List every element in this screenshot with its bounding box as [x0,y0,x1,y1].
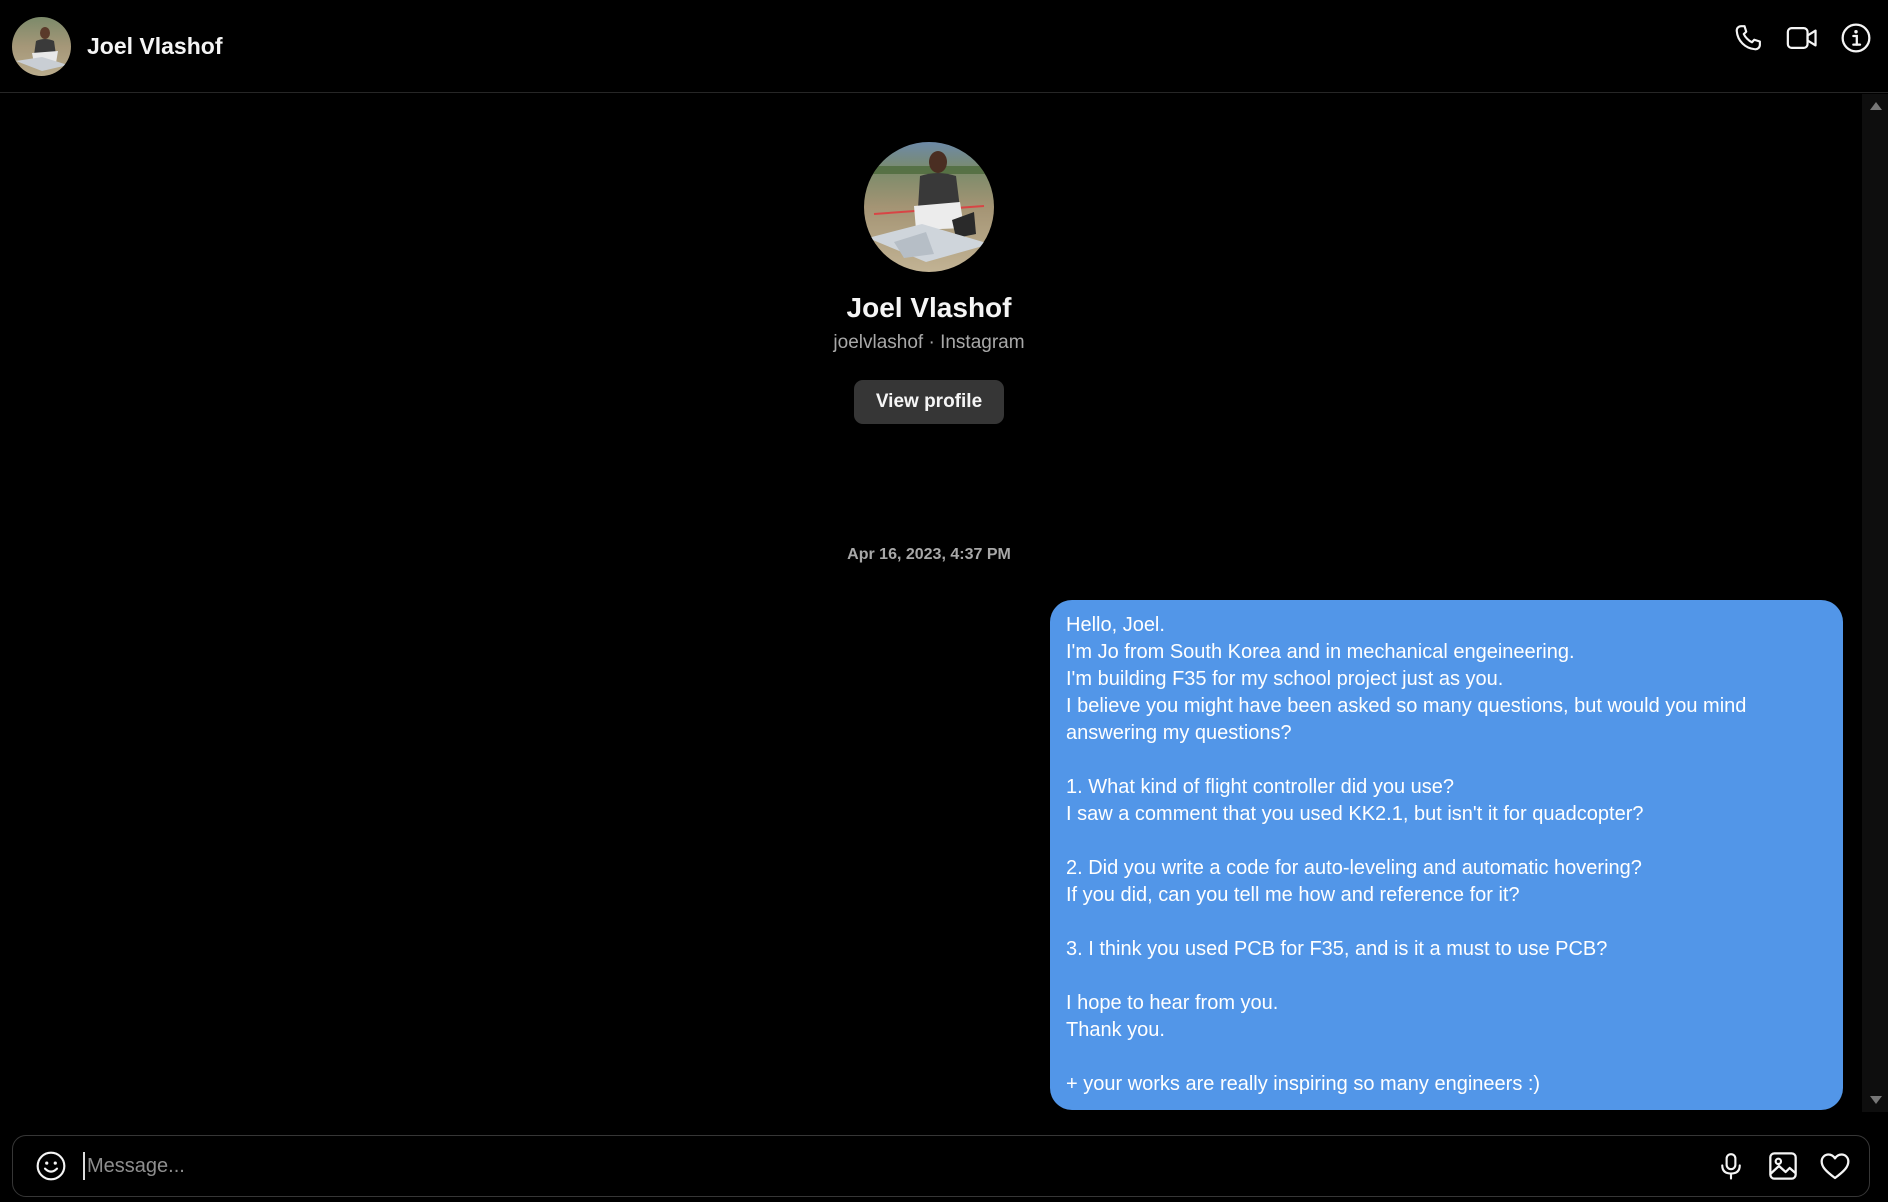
video-camera-icon [1786,27,1817,49]
message-line [1066,747,1827,774]
profile-photo-icon [864,142,994,272]
audio-call-button[interactable] [1732,22,1764,54]
message-thread[interactable]: Joel Vlashof joelvlashof · Instagram Vie… [0,94,1862,1112]
microphone-icon [1721,1153,1741,1180]
voice-message-button[interactable] [1715,1150,1747,1182]
add-photo-button[interactable] [1767,1150,1799,1182]
sent-message-bubble[interactable]: Hello, Joel. I'm Jo from South Korea and… [1050,600,1843,1110]
message-composer [12,1135,1870,1197]
conversation-header: Joel Vlashof [0,0,1888,93]
scroll-up-arrow-icon[interactable] [1870,102,1882,110]
info-icon [1841,23,1871,53]
message-line: 3. I think you used PCB for F35, and is … [1066,938,1608,960]
scroll-down-arrow-icon[interactable] [1870,1096,1882,1104]
profile-subtitle: joelvlashof · Instagram [833,332,1025,353]
message-line: 1. What kind of flight controller did yo… [1066,776,1454,798]
message-line: I'm Jo from South Korea and in mechanica… [1066,641,1575,663]
thread-scrollbar[interactable] [1862,94,1888,1112]
message-line: I saw a comment that you used KK2.1, but… [1066,803,1644,825]
header-contact-name[interactable]: Joel Vlashof [87,33,222,60]
image-icon [1769,1152,1797,1180]
message-line: I believe you might have been asked so m… [1066,695,1747,717]
message-line: + your works are really inspiring so man… [1066,1073,1541,1095]
message-input[interactable] [83,1152,1715,1180]
send-like-button[interactable] [1819,1150,1851,1182]
message-line: answering my questions? [1066,722,1292,744]
message-timestamp: Apr 16, 2023, 4:37 PM [847,546,1011,563]
message-line: If you did, can you tell me how and refe… [1066,884,1520,906]
message-line: I'm building F35 for my school project j… [1066,668,1504,690]
message-line: 2. Did you write a code for auto-levelin… [1066,857,1642,879]
profile-avatar[interactable] [864,142,994,272]
conversation-info-button[interactable] [1840,22,1872,54]
emoji-icon [36,1151,66,1181]
message-line [1066,963,1827,990]
profile-card: Joel Vlashof joelvlashof · Instagram Vie… [0,142,1858,424]
message-line [1066,1044,1827,1071]
user-avatar-photo-icon [12,16,71,76]
phone-icon [1735,25,1761,51]
profile-name: Joel Vlashof [846,292,1012,323]
emoji-button[interactable] [33,1148,69,1184]
message-line: I hope to hear from you. [1066,992,1279,1014]
message-line [1066,909,1827,936]
header-avatar[interactable] [12,16,71,76]
video-call-button[interactable] [1786,22,1818,54]
view-profile-button[interactable]: View profile [853,380,1005,424]
header-actions [1732,22,1872,54]
composer-actions [1715,1150,1851,1182]
heart-icon [1820,1153,1850,1180]
message-line: Hello, Joel. [1066,614,1165,636]
message-line [1066,828,1827,855]
message-line: Thank you. [1066,1019,1165,1041]
